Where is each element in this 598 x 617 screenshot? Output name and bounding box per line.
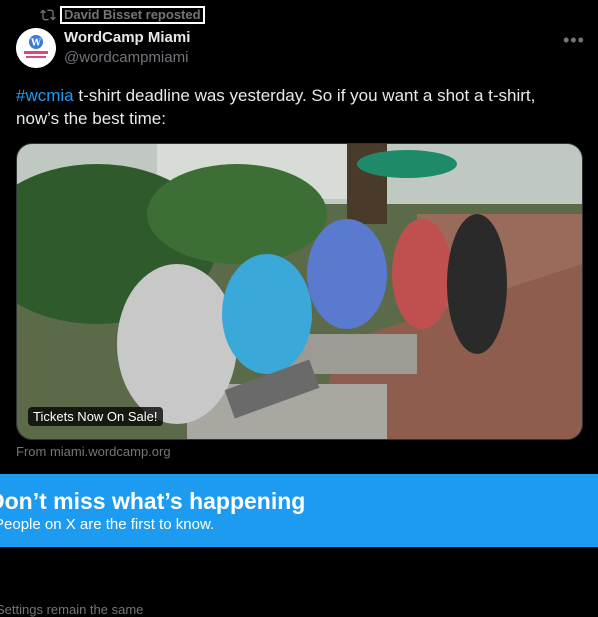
avatar[interactable]: W xyxy=(16,28,56,68)
repost-icon xyxy=(40,9,56,21)
author-name[interactable]: WordCamp Miami xyxy=(64,29,190,46)
card-title-badge: Tickets Now On Sale! xyxy=(28,407,163,426)
photo-placeholder xyxy=(17,144,582,439)
tweet-text: #wcmia t-shirt deadline was yesterday. S… xyxy=(16,84,576,130)
more-icon[interactable]: ••• xyxy=(563,30,585,51)
link-card-image[interactable] xyxy=(16,143,583,440)
banner-subtitle: People on X are the first to know. xyxy=(0,516,215,533)
tweet-body: t-shirt deadline was yesterday. So if yo… xyxy=(16,86,536,128)
hashtag-link[interactable]: #wcmia xyxy=(16,86,74,105)
banner-title: Don’t miss what’s happening xyxy=(0,488,306,514)
card-source-link[interactable]: From miami.wordcamp.org xyxy=(16,444,171,459)
footer-text: Settings remain the same xyxy=(0,602,144,617)
signup-banner: Don’t miss what’s happening People on X … xyxy=(0,474,598,547)
svg-text:W: W xyxy=(30,39,42,49)
author-handle[interactable]: @wordcampmiami xyxy=(64,49,188,66)
wordcamp-logo-icon: W xyxy=(16,28,56,68)
repost-indicator[interactable]: David Bisset reposted xyxy=(40,6,205,24)
repost-label[interactable]: David Bisset reposted xyxy=(60,6,205,24)
